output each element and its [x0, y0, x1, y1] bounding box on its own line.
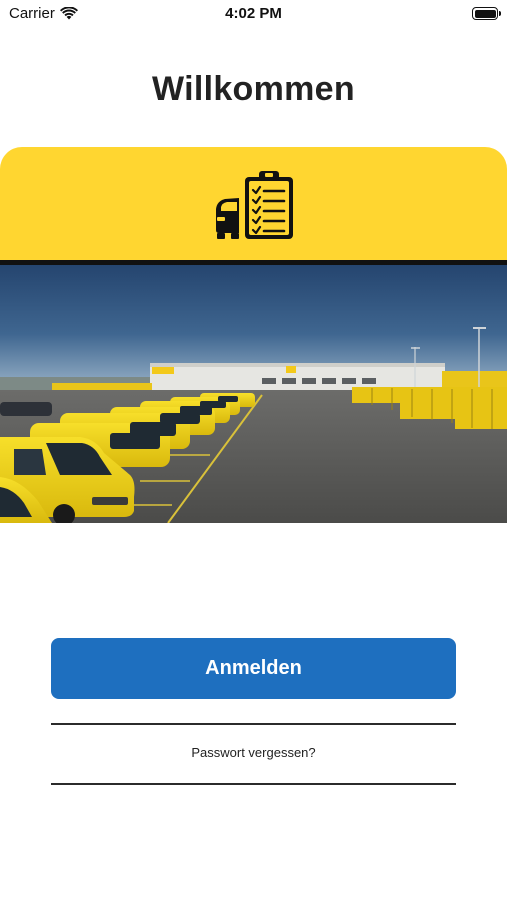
login-button[interactable]: Anmelden [51, 638, 456, 699]
battery-level [474, 9, 496, 18]
battery-icon [472, 7, 501, 20]
divider-top [51, 723, 456, 725]
car-icon [216, 198, 239, 239]
clipboard-icon [245, 171, 293, 239]
depot-hero-image [0, 265, 507, 523]
car-clipboard-icon [216, 171, 293, 239]
divider-bottom [51, 783, 456, 785]
status-time: 4:02 PM [225, 5, 282, 22]
status-bar: Carrier 4:02 PM [0, 0, 507, 30]
page-title: Willkommen [152, 70, 355, 108]
forgot-password-link[interactable]: Passwort vergessen? [51, 745, 456, 760]
